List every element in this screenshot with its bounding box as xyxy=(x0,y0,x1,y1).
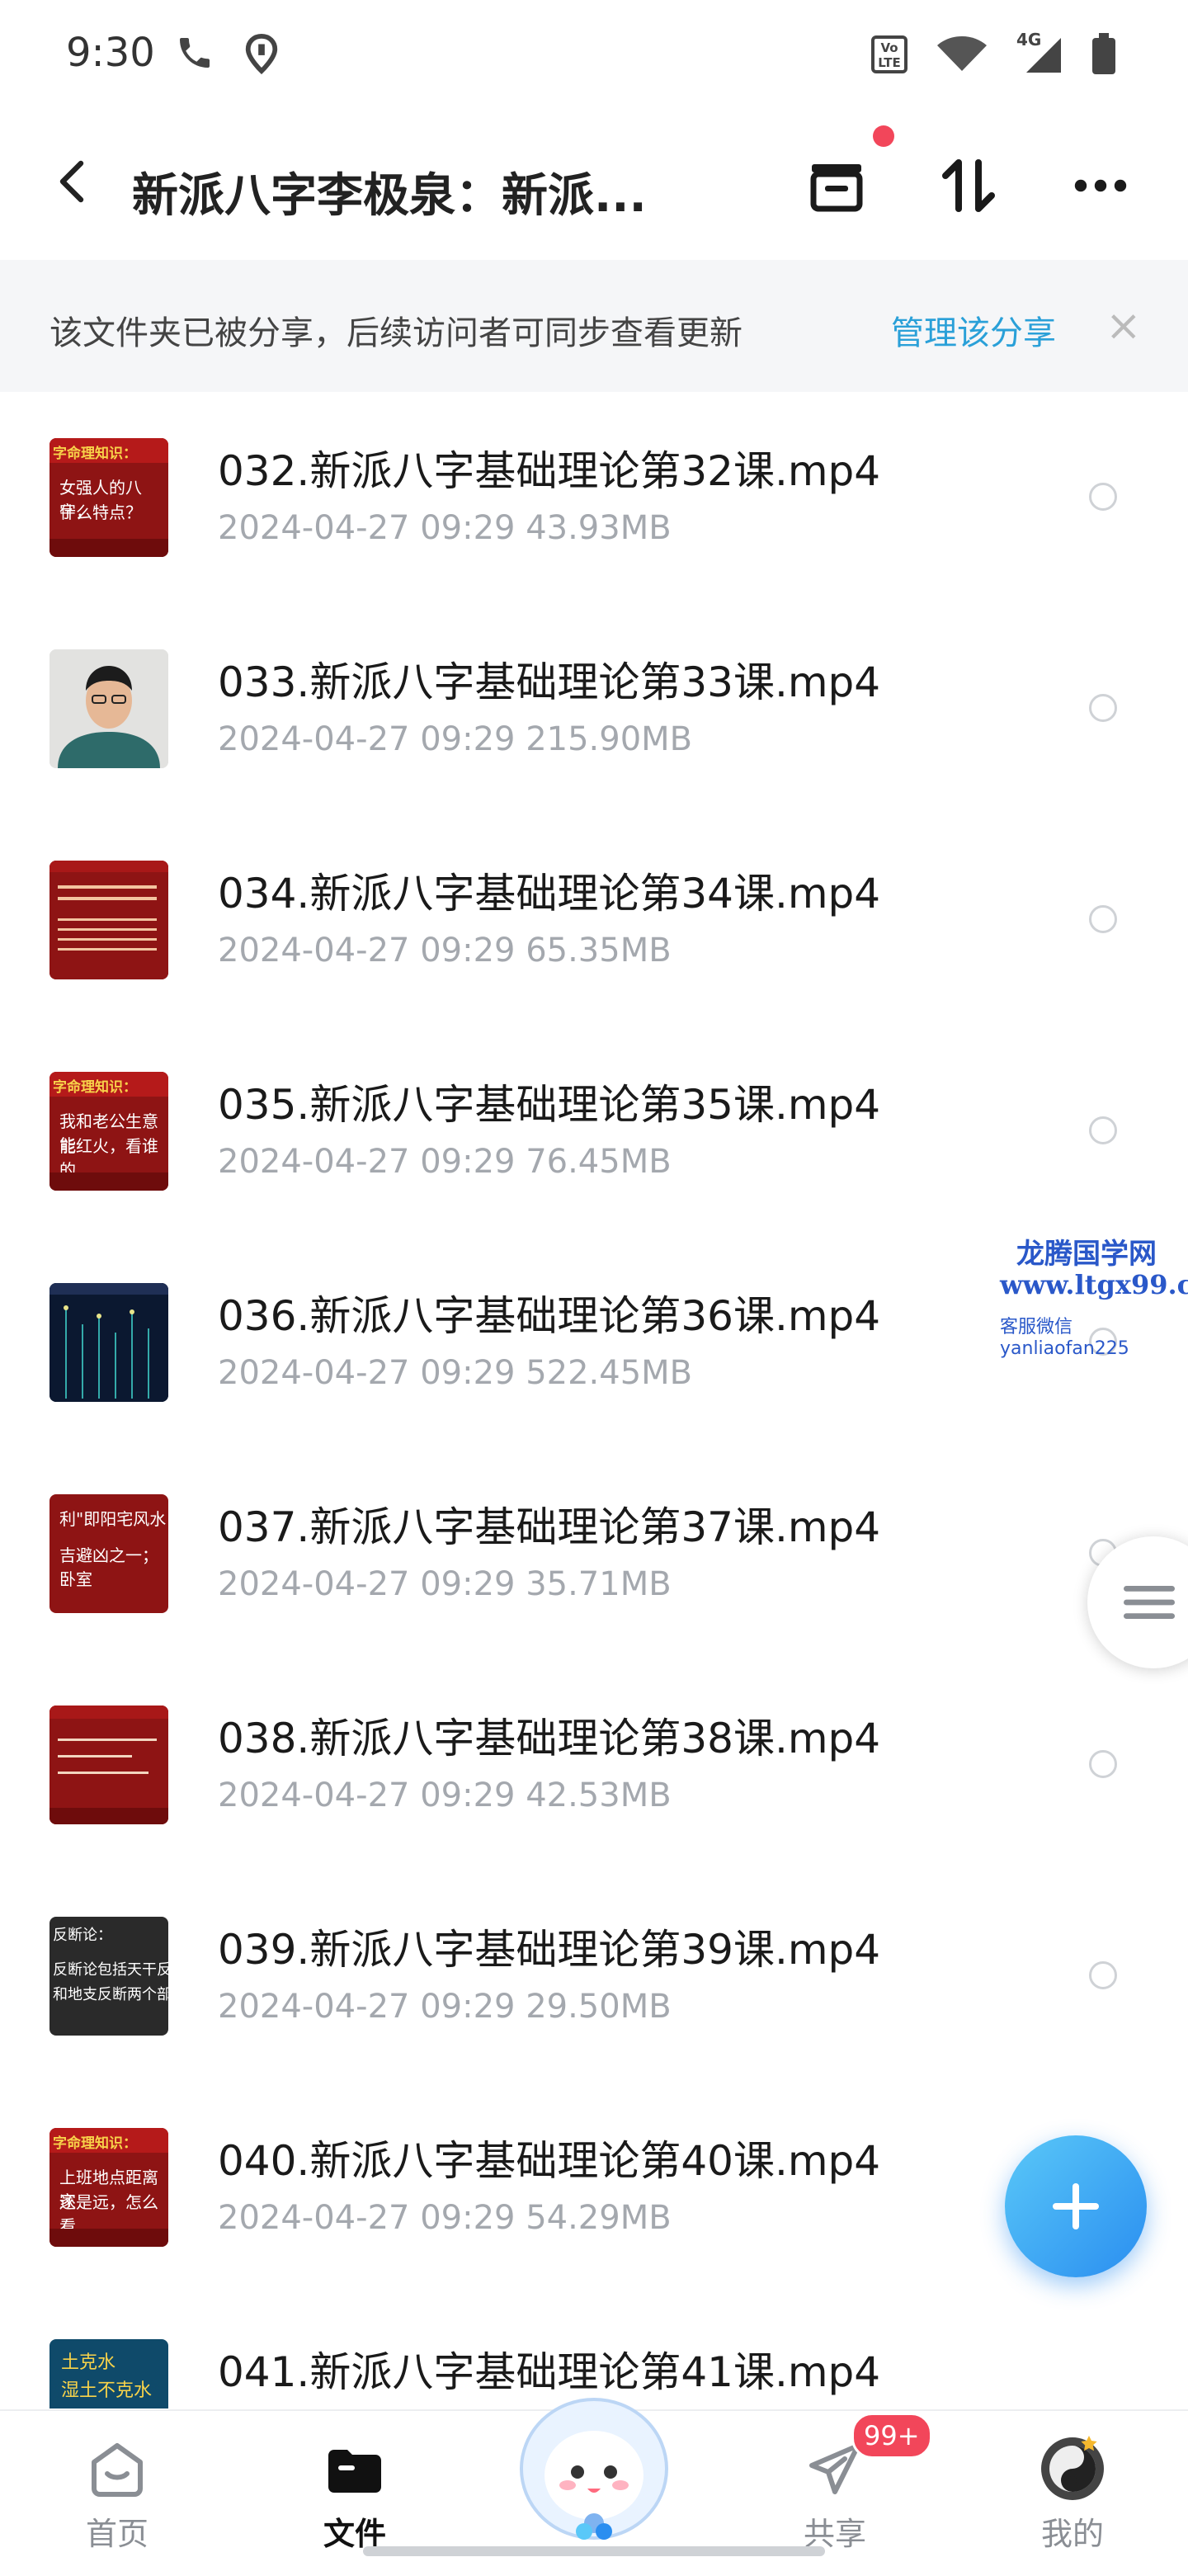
file-name: 032.新派八字基础理论第32课.mp4 xyxy=(218,447,881,495)
file-name: 040.新派八字基础理论第40课.mp4 xyxy=(218,2137,881,2185)
battery-icon xyxy=(1092,33,1115,74)
file-row[interactable]: 字命理知识： 我和老公生意能 能红火，看谁的 035.新派八字基础理论第35课.… xyxy=(0,1026,1188,1237)
file-meta: 2024-04-27 09:29 29.50MB xyxy=(218,1988,672,2026)
file-name: 036.新派八字基础理论第36课.mp4 xyxy=(218,1292,881,1340)
phone-icon xyxy=(180,38,210,68)
app-header: 新派八字李极泉：新派... xyxy=(0,107,1188,256)
file-meta: 2024-04-27 09:29 215.90MB xyxy=(218,720,693,758)
wifi-icon xyxy=(937,36,987,71)
volte-icon: Vo LTE xyxy=(871,35,908,73)
thumb-title: 字命理知识： xyxy=(53,2135,137,2152)
video-thumbnail: 字命理知识： 我和老公生意能 能红火，看谁的 xyxy=(50,1072,168,1191)
select-radio[interactable] xyxy=(1089,1116,1117,1144)
file-name: 039.新派八字基础理论第39课.mp4 xyxy=(218,1926,881,1974)
thumb-title: 字命理知识： xyxy=(53,446,137,462)
thumb-line: 利"即阳宅风水 xyxy=(59,1509,167,1529)
file-row[interactable]: 038.新派八字基础理论第38课.mp4 2024-04-27 09:29 42… xyxy=(0,1659,1188,1871)
status-time: 9:30 xyxy=(66,30,155,76)
nav-home[interactable]: 首页 xyxy=(35,2411,200,2576)
sort-icon[interactable] xyxy=(936,153,1002,219)
thumb-line: 吉避凶之一；卧室 xyxy=(59,1545,158,1589)
file-row[interactable]: 033.新派八字基础理论第33课.mp4 2024-04-27 09:29 21… xyxy=(0,603,1188,814)
video-thumbnail: 字命理知识： 女强人的八字， 什么特点？ xyxy=(50,438,168,557)
thumb-title: 反断论： xyxy=(53,1927,112,1944)
folder-icon xyxy=(328,2450,381,2493)
video-thumbnail: 反断论： 反断论包括天干反断 和地支反断两个部分 xyxy=(50,1917,168,2036)
video-thumbnail xyxy=(50,1706,168,1824)
add-button[interactable] xyxy=(1005,2135,1147,2277)
share-banner: 该文件夹已被分享，后续访问者可同步查看更新 管理该分享 × xyxy=(0,260,1188,392)
video-thumbnail xyxy=(50,649,168,768)
mascot-icon xyxy=(520,2398,668,2540)
nav-mascot[interactable] xyxy=(512,2353,676,2576)
thumb-line: 什么特点？ xyxy=(59,502,142,522)
select-radio[interactable] xyxy=(1089,694,1117,722)
manage-share-link[interactable]: 管理该分享 xyxy=(891,306,1056,354)
file-meta: 2024-04-27 09:29 522.45MB xyxy=(218,1354,693,1392)
video-thumbnail: 利"即阳宅风水 吉避凶之一；卧室 xyxy=(50,1494,168,1613)
select-radio[interactable] xyxy=(1089,1750,1117,1778)
menu-icon xyxy=(1124,1586,1175,1619)
page-title: 新派八字李极泉：新派... xyxy=(132,169,647,223)
watermark-contact: 客服微信 yanliaofan225 xyxy=(1000,1317,1129,1359)
nav-mine[interactable]: 我的 xyxy=(990,2411,1155,2576)
video-thumbnail: 字命理知识： 上班地点距离家 还是远，怎么看 xyxy=(50,2128,168,2247)
video-thumbnail: 土克水 湿土不克水 xyxy=(50,2339,168,2409)
more-options-icon[interactable] xyxy=(1068,153,1134,219)
share-count-badge: 99+ xyxy=(851,2413,932,2459)
cell-signal-icon: 4G xyxy=(1016,30,1063,74)
share-banner-text: 该文件夹已被分享，后续访问者可同步查看更新 xyxy=(50,314,742,352)
thumb-line: 反断论包括天干反断 xyxy=(53,1961,168,1979)
select-radio[interactable] xyxy=(1089,905,1117,933)
transfer-list-icon[interactable] xyxy=(804,153,870,219)
thumb-title: 字命理知识： xyxy=(53,1079,137,1096)
watermark-title: 龙腾国学网 xyxy=(1016,1238,1157,1271)
file-name: 038.新派八字基础理论第38课.mp4 xyxy=(218,1715,881,1762)
home-indicator xyxy=(363,2546,825,2556)
file-meta: 2024-04-27 09:29 76.45MB xyxy=(218,1143,672,1181)
file-row[interactable]: 反断论： 反断论包括天干反断 和地支反断两个部分 039.新派八字基础理论第39… xyxy=(0,1871,1188,2082)
watermark-url: www.ltgx99.com xyxy=(1000,1269,1188,1300)
location-icon xyxy=(245,34,278,74)
file-meta: 2024-04-27 09:29 54.29MB xyxy=(218,2199,672,2237)
file-meta: 2024-04-27 09:29 35.71MB xyxy=(218,1565,672,1603)
thumb-line: 湿土不克水 xyxy=(61,2380,153,2401)
select-radio[interactable] xyxy=(1089,483,1117,511)
file-meta: 2024-04-27 09:29 42.53MB xyxy=(218,1776,672,1814)
status-right-icons: Vo LTE 4G xyxy=(871,30,1117,76)
home-icon xyxy=(92,2443,143,2497)
nav-home-label: 首页 xyxy=(85,2516,148,2552)
notification-dot xyxy=(873,125,894,147)
file-row[interactable]: 034.新派八字基础理论第34课.mp4 2024-04-27 09:29 65… xyxy=(0,814,1188,1026)
select-radio[interactable] xyxy=(1089,1961,1117,1989)
file-name: 035.新派八字基础理论第35课.mp4 xyxy=(218,1081,881,1129)
plus-icon xyxy=(1053,2183,1099,2229)
file-row[interactable]: 字命理知识： 女强人的八字， 什么特点？ 032.新派八字基础理论第32课.mp… xyxy=(0,392,1188,603)
thumb-line: 土克水 xyxy=(61,2352,116,2373)
video-thumbnail xyxy=(50,861,168,979)
close-banner-icon[interactable]: × xyxy=(1106,301,1142,351)
file-name: 033.新派八字基础理论第33课.mp4 xyxy=(218,658,881,706)
status-bar: 9:30 Vo LTE 4G xyxy=(0,0,1188,107)
avatar xyxy=(1041,2436,1104,2500)
file-name: 037.新派八字基础理论第37课.mp4 xyxy=(218,1503,881,1551)
back-arrow-icon[interactable] xyxy=(50,157,99,206)
video-thumbnail xyxy=(50,1283,168,1402)
nav-mine-label: 我的 xyxy=(1040,2516,1104,2552)
file-meta: 2024-04-27 09:29 43.93MB xyxy=(218,509,672,547)
thumb-line: 和地支反断两个部分 xyxy=(53,1986,168,2003)
file-row[interactable]: 利"即阳宅风水 吉避凶之一；卧室 037.新派八字基础理论第37课.mp4 20… xyxy=(0,1448,1188,1659)
file-meta: 2024-04-27 09:29 65.35MB xyxy=(218,932,672,970)
file-name: 034.新派八字基础理论第34课.mp4 xyxy=(218,870,881,918)
